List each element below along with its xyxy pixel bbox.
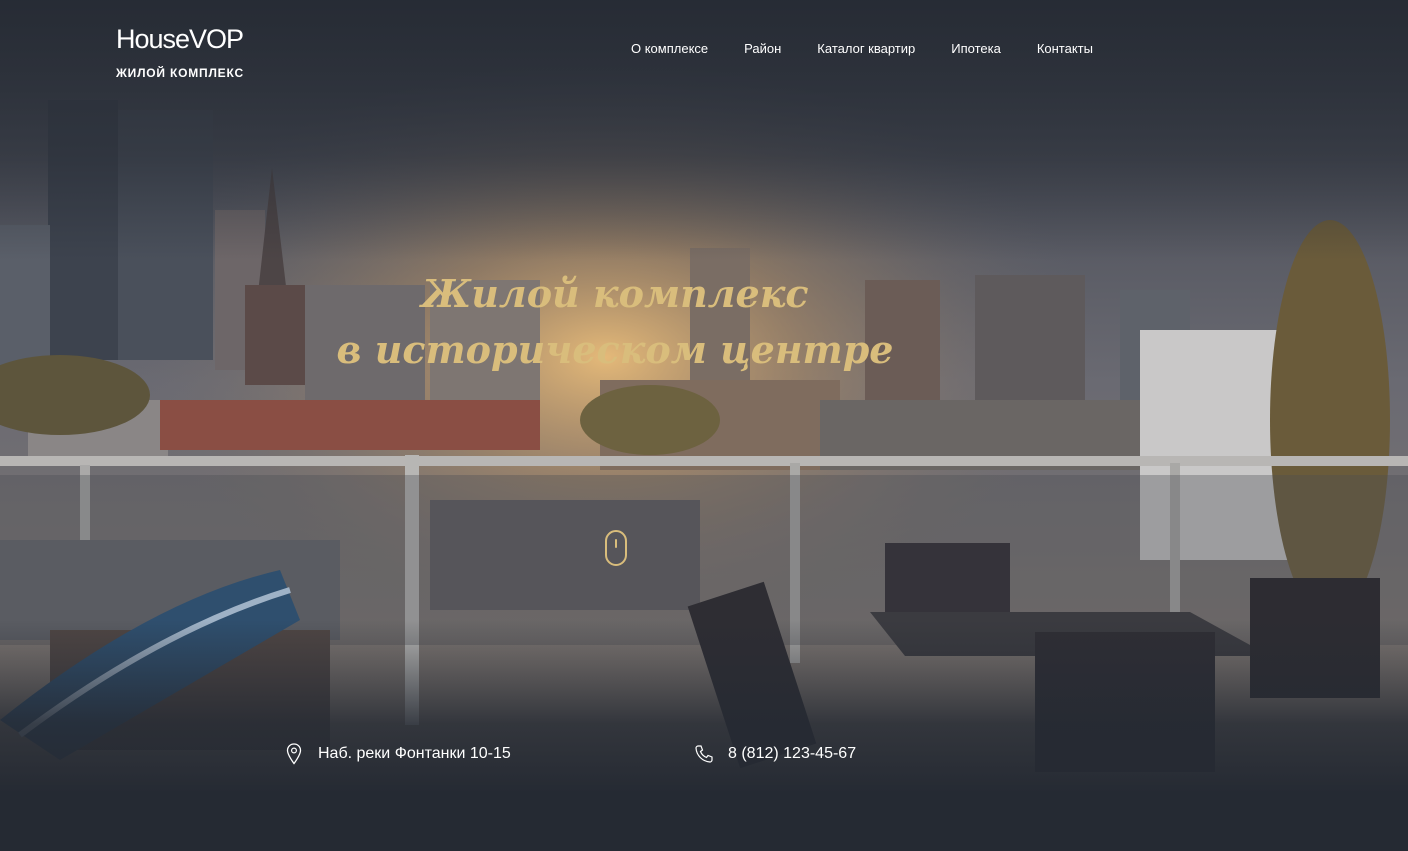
phone-number[interactable]: 8 (812) 123-45-67	[728, 745, 856, 763]
hero-section: HouseVOP ЖИЛОЙ КОМПЛЕКС О комплексе Райо…	[0, 0, 1408, 851]
nav-item-mortgage[interactable]: Ипотека	[951, 40, 1001, 57]
hero-title: Жилой комплекс в историческом центре	[0, 266, 1230, 378]
phone-contact[interactable]: 8 (812) 123-45-67	[694, 742, 856, 766]
hero-title-line-1: Жилой комплекс	[421, 271, 809, 316]
footer-gradient	[0, 620, 1408, 851]
phone-icon	[694, 742, 714, 766]
address-contact: Наб. реки Фонтанки 10-15	[284, 742, 511, 766]
nav-item-catalog[interactable]: Каталог квартир	[817, 40, 915, 57]
nav-item-contacts[interactable]: Контакты	[1037, 40, 1093, 57]
logo-subtitle: ЖИЛОЙ КОМПЛЕКС	[116, 66, 244, 80]
hero-title-line-2: в историческом центре	[336, 327, 894, 372]
address-text: Наб. реки Фонтанки 10-15	[318, 745, 511, 762]
logo[interactable]: HouseVOP ЖИЛОЙ КОМПЛЕКС	[116, 24, 244, 80]
nav-item-district[interactable]: Район	[744, 40, 781, 57]
nav-item-about[interactable]: О комплексе	[631, 40, 708, 57]
map-pin-icon	[284, 742, 304, 766]
mouse-scroll-icon[interactable]	[605, 530, 627, 566]
main-nav: О комплексе Район Каталог квартир Ипотек…	[631, 40, 1093, 57]
logo-name[interactable]: HouseVOP	[116, 24, 244, 54]
